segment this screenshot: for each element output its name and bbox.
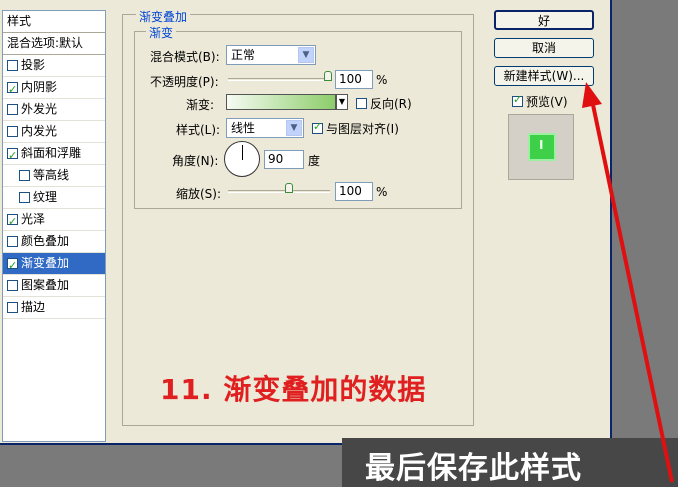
annotation-arrow [582, 82, 674, 483]
annotation-arrow-line [590, 99, 674, 483]
annotation-arrow-head [582, 82, 602, 108]
